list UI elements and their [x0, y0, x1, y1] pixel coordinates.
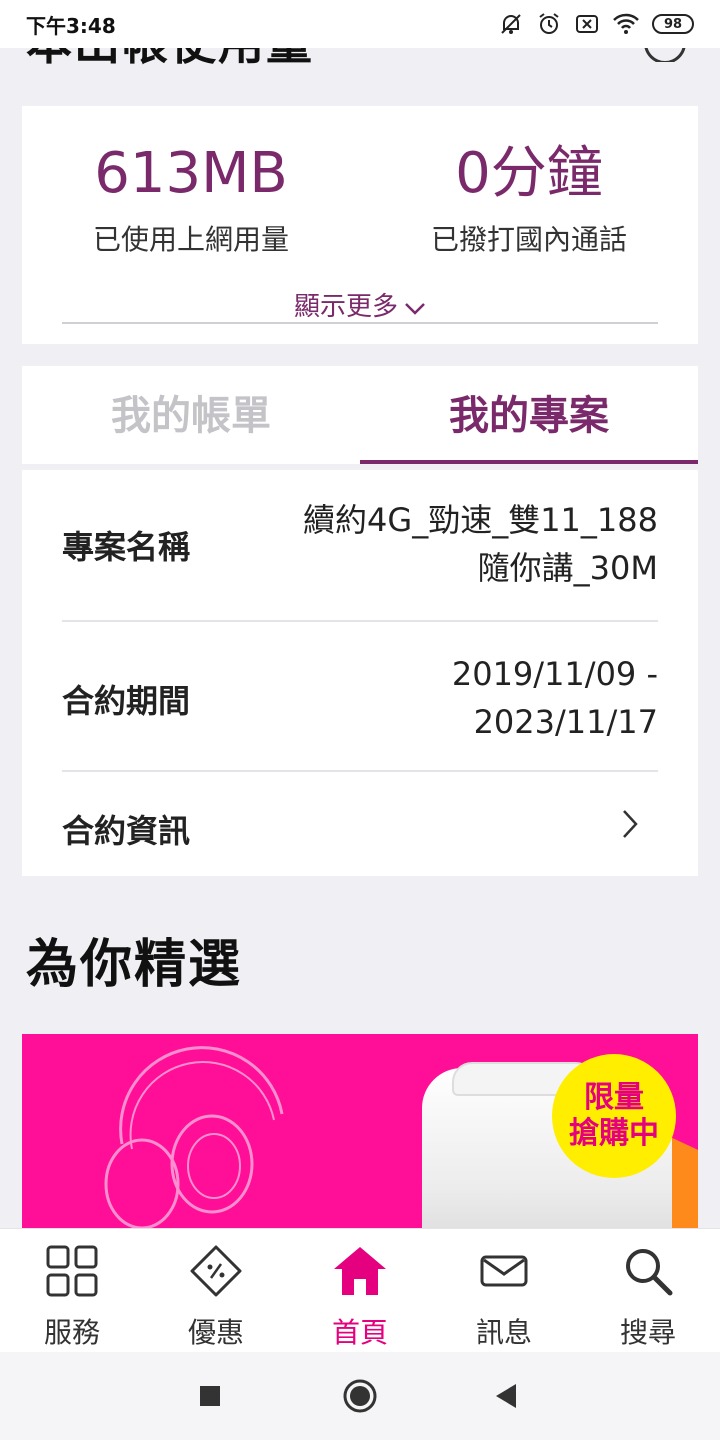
search-icon — [620, 1243, 676, 1299]
show-more-button[interactable]: 顯示更多 — [22, 286, 698, 323]
status-icons: 98 — [498, 11, 694, 37]
data-usage: 613MB 已使用上網用量 — [22, 142, 360, 258]
contract-info-label: 合約資訊 — [62, 812, 191, 850]
chevron-down-icon — [404, 293, 426, 323]
call-usage-value: 0分鐘 — [455, 141, 603, 206]
contract-period-value: 2019/11/09 - 2023/11/17 — [452, 650, 658, 746]
plan-name-value-line1: 續約4G_勁速_雙11_188 — [303, 501, 658, 539]
nav-item-offers[interactable]: 優惠 — [144, 1229, 288, 1353]
sim-off-icon — [574, 11, 600, 37]
nav-label: 訊息 — [475, 1316, 532, 1349]
contract-period-label: 合約期間 — [62, 682, 191, 720]
usage-card: 613MB 已使用上網用量 0分鐘 已撥打國內通話 顯示更多 — [22, 106, 698, 344]
data-usage-value: 613MB — [94, 141, 288, 206]
usage-section-heading: 本出帳使用量 — [26, 48, 626, 76]
nav-label: 優惠 — [187, 1316, 244, 1349]
recents-button[interactable] — [198, 1376, 222, 1420]
wifi-icon — [612, 11, 640, 37]
plan-name-row: 專案名稱 續約4G_勁速_雙11_188 隨你講_30M — [62, 496, 658, 596]
nav-label: 服務 — [43, 1316, 100, 1349]
alarm-icon — [536, 11, 562, 37]
back-button[interactable] — [494, 1376, 518, 1420]
home-icon — [332, 1243, 388, 1299]
plan-card: 我的帳單 我的專案 專案名稱 續約4G_勁速_雙11_188 隨你講_30M 合… — [22, 366, 698, 876]
info-icon[interactable] — [644, 48, 688, 62]
contract-period-start: 2019/11/09 - — [451, 655, 658, 693]
system-nav-bar — [0, 1352, 720, 1440]
nav-item-search[interactable]: 搜尋 — [576, 1229, 720, 1353]
app-screen: 下午3:48 98 本出帳使用量 613MB 已使用上網用量 0 — [0, 0, 720, 1440]
plan-name-label: 專案名稱 — [62, 528, 191, 566]
show-more-label: 顯示更多 — [293, 292, 398, 322]
battery-icon: 98 — [652, 14, 694, 34]
divider — [62, 620, 658, 622]
bell-muted-icon — [498, 11, 524, 37]
home-button[interactable] — [342, 1376, 378, 1420]
call-usage: 0分鐘 已撥打國內通話 — [360, 142, 698, 258]
tab-my-plan[interactable]: 我的專案 — [360, 366, 698, 466]
plan-name-value-line2: 隨你講_30M — [477, 549, 658, 587]
badge-line1: 限量 — [584, 1080, 644, 1115]
nav-item-messages[interactable]: 訊息 — [432, 1229, 576, 1353]
chevron-right-icon — [620, 808, 640, 844]
call-usage-label: 已撥打國內通話 — [430, 223, 627, 256]
status-time: 下午3:48 — [26, 13, 116, 38]
bottom-nav: 服務 優惠 首頁 訊息 搜尋 — [0, 1228, 720, 1352]
headphones-icon — [104, 1046, 284, 1230]
badge-line2: 搶購中 — [569, 1116, 659, 1151]
plan-name-value: 續約4G_勁速_雙11_188 隨你講_30M — [303, 496, 658, 592]
nav-item-home[interactable]: 首頁 — [288, 1229, 432, 1353]
nav-item-services[interactable]: 服務 — [0, 1229, 144, 1353]
coupon-icon — [188, 1243, 244, 1299]
featured-title: 為你精選 — [26, 935, 243, 995]
nav-label: 首頁 — [331, 1316, 388, 1349]
status-bar: 下午3:48 98 — [0, 0, 720, 48]
tab-separator — [22, 464, 698, 470]
mail-icon — [476, 1243, 532, 1299]
promo-banner[interactable]: 限量 搶購中 — [22, 1034, 698, 1230]
nav-label: 搜尋 — [619, 1316, 676, 1349]
tab-my-bill[interactable]: 我的帳單 — [22, 366, 360, 466]
limited-offer-badge: 限量 搶購中 — [552, 1054, 676, 1178]
usage-section-heading-text: 本出帳使用量 — [26, 48, 626, 66]
data-usage-label: 已使用上網用量 — [92, 223, 289, 256]
contract-period-row: 合約期間 2019/11/09 - 2023/11/17 — [62, 650, 658, 750]
grid-icon — [44, 1243, 100, 1299]
contract-info-row[interactable]: 合約資訊 — [62, 772, 658, 876]
divider — [62, 322, 658, 324]
contract-period-end: 2023/11/17 — [473, 703, 658, 741]
